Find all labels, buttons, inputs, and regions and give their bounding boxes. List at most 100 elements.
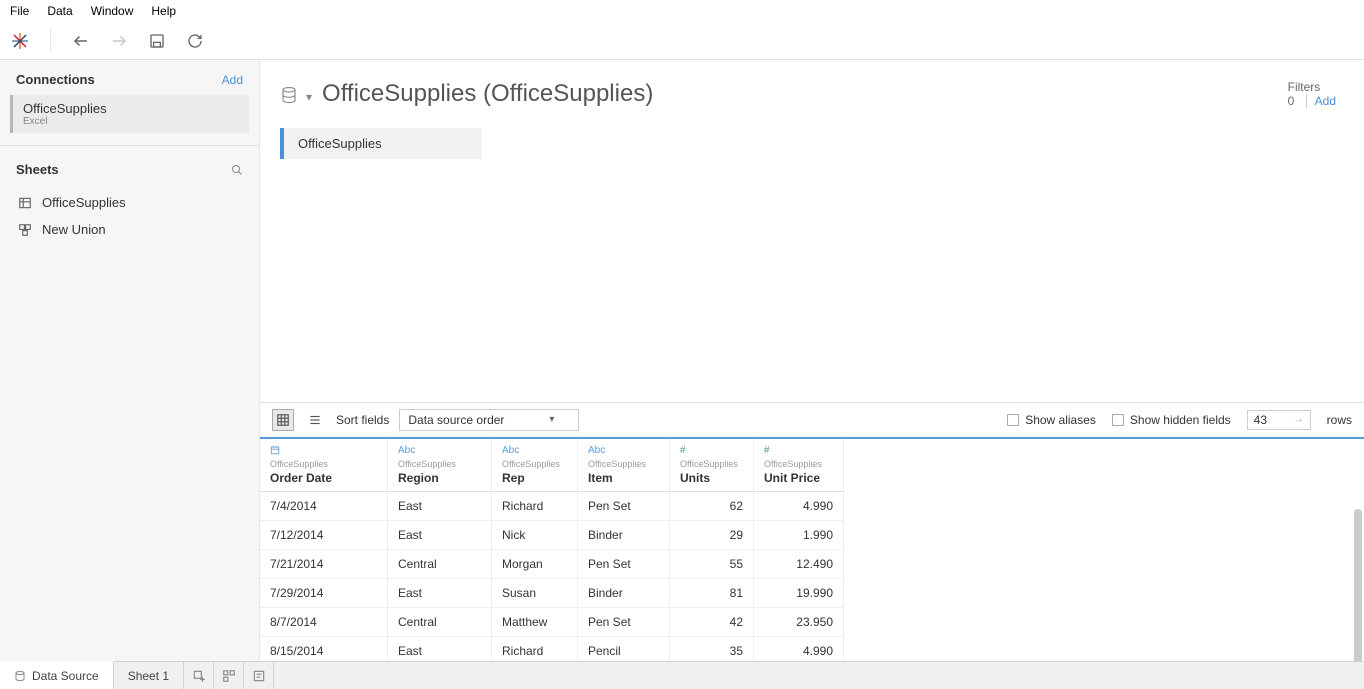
canvas-table-pill[interactable]: OfficeSupplies xyxy=(280,128,482,159)
sheet-item-officesupplies[interactable]: OfficeSupplies xyxy=(0,189,259,216)
grid-cell[interactable]: East xyxy=(388,492,492,521)
grid-cell[interactable]: Pen Set xyxy=(578,550,670,579)
grid-cell[interactable]: 8/15/2014 xyxy=(260,637,388,662)
sheet-item-new-union[interactable]: New Union xyxy=(0,216,259,243)
grid-cell[interactable]: 19.990 xyxy=(754,579,844,608)
grid-cell[interactable]: East xyxy=(388,579,492,608)
scrollbar[interactable] xyxy=(1354,509,1362,662)
grid-cell[interactable]: 4.990 xyxy=(754,492,844,521)
column-header[interactable]: AbcOfficeSuppliesRegion xyxy=(388,439,492,492)
connection-item[interactable]: OfficeSupplies Excel xyxy=(10,95,249,133)
search-icon[interactable] xyxy=(231,164,243,176)
grid-cell[interactable]: Richard xyxy=(492,637,578,662)
connection-name: OfficeSupplies xyxy=(23,101,239,116)
menu-window[interactable]: Window xyxy=(91,4,134,18)
join-canvas[interactable]: OfficeSupplies xyxy=(260,120,1364,179)
grid-cell[interactable]: Binder xyxy=(578,521,670,550)
filters-panel: Filters 0 Add xyxy=(1288,80,1344,108)
row-count-input[interactable]: 43 → xyxy=(1247,410,1311,430)
grid-cell[interactable]: Central xyxy=(388,550,492,579)
grid-cell[interactable]: 35 xyxy=(670,637,754,662)
grid-cell[interactable]: 4.990 xyxy=(754,637,844,662)
menu-help[interactable]: Help xyxy=(151,4,176,18)
sort-fields-label: Sort fields xyxy=(336,413,389,427)
datatype-icon: # xyxy=(764,445,833,457)
grid-cell[interactable]: 12.490 xyxy=(754,550,844,579)
grid-cell[interactable]: 7/29/2014 xyxy=(260,579,388,608)
grid-cell[interactable]: East xyxy=(388,521,492,550)
database-icon[interactable] xyxy=(280,86,300,106)
grid-cell[interactable]: 1.990 xyxy=(754,521,844,550)
grid-cell[interactable]: 62 xyxy=(670,492,754,521)
column-field-name: Units xyxy=(680,471,710,485)
column-field-name: Unit Price xyxy=(764,471,820,485)
tab-label: Data Source xyxy=(32,669,99,683)
grid-cell[interactable]: Richard xyxy=(492,492,578,521)
grid-cell[interactable]: 42 xyxy=(670,608,754,637)
grid-cell[interactable]: Nick xyxy=(492,521,578,550)
tab-data-source[interactable]: Data Source xyxy=(0,661,114,689)
grid-cell[interactable]: 55 xyxy=(670,550,754,579)
grid-cell[interactable]: 29 xyxy=(670,521,754,550)
rows-label: rows xyxy=(1327,413,1352,427)
sheets-list: OfficeSupplies New Union xyxy=(0,185,259,247)
grid-view-button[interactable] xyxy=(272,409,294,431)
datasource-tab-icon xyxy=(14,670,26,682)
divider xyxy=(0,145,259,146)
column-header[interactable]: #OfficeSuppliesUnit Price xyxy=(754,439,844,492)
refresh-button[interactable] xyxy=(185,31,205,51)
grid-cell[interactable]: 81 xyxy=(670,579,754,608)
add-filter-link[interactable]: Add xyxy=(1306,94,1336,108)
filters-label: Filters xyxy=(1288,80,1336,94)
connection-type: Excel xyxy=(23,116,239,127)
column-source: OfficeSupplies xyxy=(680,457,743,471)
grid-cell[interactable]: Matthew xyxy=(492,608,578,637)
grid-cell[interactable]: Morgan xyxy=(492,550,578,579)
metadata-view-button[interactable] xyxy=(304,409,326,431)
menu-data[interactable]: Data xyxy=(47,4,72,18)
column-header[interactable]: OfficeSuppliesOrder Date xyxy=(260,439,388,492)
arrow-right-icon: → xyxy=(1294,414,1304,425)
grid-cell[interactable]: Pen Set xyxy=(578,608,670,637)
sheet-label: OfficeSupplies xyxy=(42,195,126,210)
bottom-tabs: Data Source Sheet 1 xyxy=(0,661,1364,689)
datatype-icon: Abc xyxy=(502,445,567,457)
menubar: File Data Window Help xyxy=(0,0,1364,22)
column-header[interactable]: AbcOfficeSuppliesRep xyxy=(492,439,578,492)
grid-cell[interactable]: Susan xyxy=(492,579,578,608)
new-dashboard-button[interactable] xyxy=(214,662,244,689)
new-worksheet-button[interactable] xyxy=(184,662,214,689)
connections-label: Connections xyxy=(16,72,95,87)
tab-sheet-1[interactable]: Sheet 1 xyxy=(114,662,184,689)
grid-cell[interactable]: Pen Set xyxy=(578,492,670,521)
grid-controls: Sort fields Data source order Show alias… xyxy=(260,402,1364,437)
column-field-name: Region xyxy=(398,471,439,485)
sort-fields-select[interactable]: Data source order xyxy=(399,409,579,431)
datatype-icon: Abc xyxy=(398,445,481,457)
add-connection-link[interactable]: Add xyxy=(222,73,243,87)
grid-cell[interactable]: 7/4/2014 xyxy=(260,492,388,521)
menu-file[interactable]: File xyxy=(10,4,29,18)
save-button[interactable] xyxy=(147,31,167,51)
grid-cell[interactable]: 7/12/2014 xyxy=(260,521,388,550)
grid-cell[interactable]: Binder xyxy=(578,579,670,608)
datasource-title-row: ▾ OfficeSupplies (OfficeSupplies) Filter… xyxy=(260,60,1364,120)
grid-cell[interactable]: 7/21/2014 xyxy=(260,550,388,579)
forward-button[interactable] xyxy=(109,31,129,51)
column-header[interactable]: #OfficeSuppliesUnits xyxy=(670,439,754,492)
show-aliases-checkbox[interactable]: Show aliases xyxy=(1007,413,1096,427)
grid-cell[interactable]: Central xyxy=(388,608,492,637)
show-hidden-checkbox[interactable]: Show hidden fields xyxy=(1112,413,1231,427)
grid-cell[interactable]: 8/7/2014 xyxy=(260,608,388,637)
datatype-icon: Abc xyxy=(588,445,659,457)
dropdown-caret-icon[interactable]: ▾ xyxy=(306,90,312,104)
grid-cell[interactable]: Pencil xyxy=(578,637,670,662)
grid-cell[interactable]: East xyxy=(388,637,492,662)
column-header[interactable]: AbcOfficeSuppliesItem xyxy=(578,439,670,492)
union-icon xyxy=(18,223,32,237)
new-story-button[interactable] xyxy=(244,662,274,689)
grid-cell[interactable]: 23.950 xyxy=(754,608,844,637)
back-button[interactable] xyxy=(71,31,91,51)
datasource-title[interactable]: OfficeSupplies (OfficeSupplies) xyxy=(322,80,653,108)
separator xyxy=(50,29,51,53)
